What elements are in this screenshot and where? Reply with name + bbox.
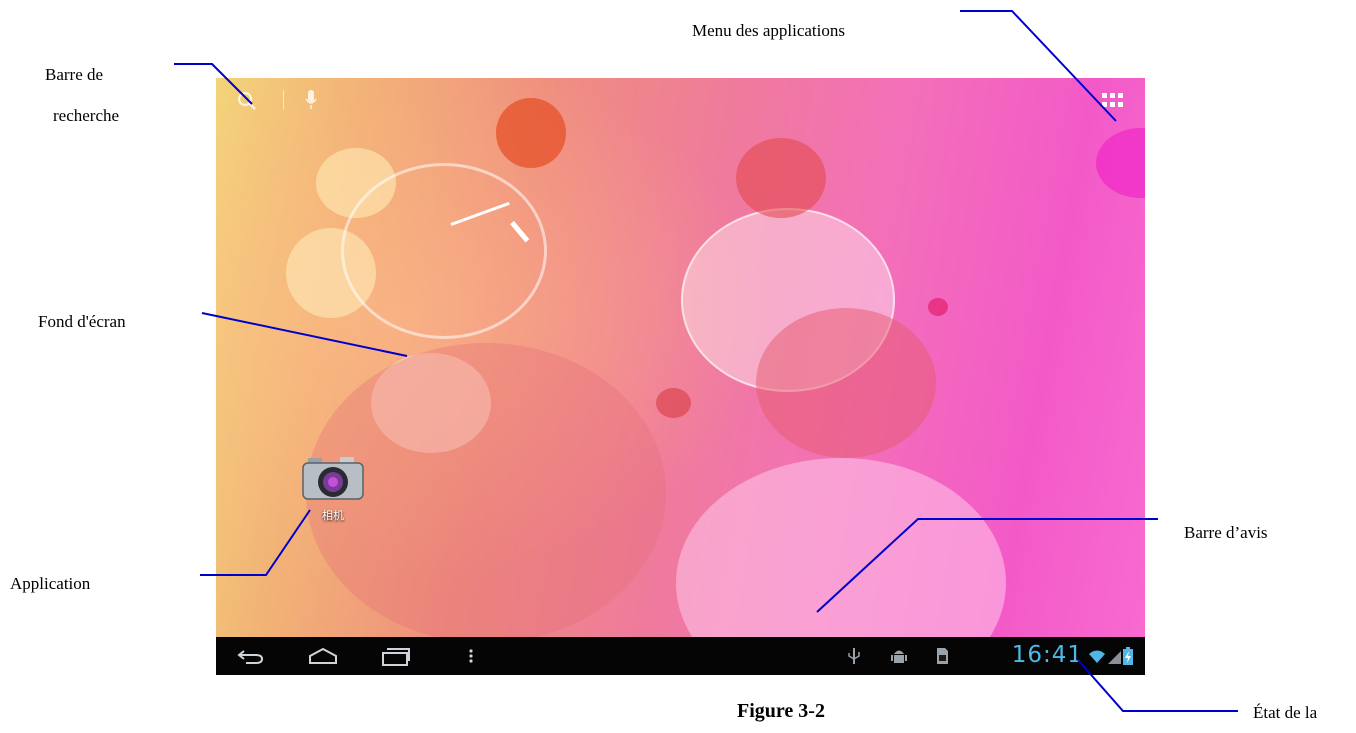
wallpaper-bubble — [928, 298, 948, 316]
wifi-icon — [1089, 650, 1105, 663]
menu-icon[interactable] — [466, 645, 476, 667]
back-icon[interactable] — [236, 645, 266, 667]
search-bar-divider — [283, 90, 284, 110]
signal-icon — [1108, 651, 1121, 664]
label-search-bar-line2: recherche — [53, 106, 120, 125]
app-label: 相机 — [322, 509, 344, 522]
android-debug-icon — [891, 650, 907, 663]
wallpaper-bubble — [496, 98, 566, 168]
recent-apps-icon[interactable] — [381, 645, 411, 667]
sd-card-icon — [937, 648, 948, 664]
system-bar: 16:41 — [216, 637, 1145, 675]
figure-caption: Figure 3-2 — [737, 700, 825, 722]
wallpaper-bubble — [736, 138, 826, 218]
wallpaper-bubble — [656, 388, 691, 418]
apps-grid-icon[interactable] — [1102, 93, 1124, 109]
label-application: Application — [10, 574, 91, 593]
home-icon[interactable] — [308, 645, 338, 667]
mic-icon[interactable] — [304, 89, 318, 111]
label-search-bar-line1: Barre de — [45, 65, 104, 84]
status-clock: 16:41 — [1011, 642, 1083, 668]
camera-icon — [302, 457, 364, 500]
label-wallpaper: Fond d'écran — [38, 312, 126, 331]
wallpaper-bubble — [1096, 128, 1145, 198]
wallpaper-bubble — [756, 308, 936, 458]
wallpaper-clock-ring — [341, 163, 547, 339]
tablet-home-screen: 相机 16:41 — [216, 78, 1145, 675]
label-apps-menu: Menu des applications — [692, 21, 845, 40]
usb-icon — [848, 648, 860, 664]
battery-icon — [1123, 647, 1133, 665]
label-status: État de la — [1253, 703, 1318, 722]
camera-app-shortcut[interactable]: 相机 — [300, 454, 366, 524]
search-icon[interactable] — [236, 90, 258, 112]
label-notification-bar: Barre d’avis — [1184, 523, 1268, 542]
